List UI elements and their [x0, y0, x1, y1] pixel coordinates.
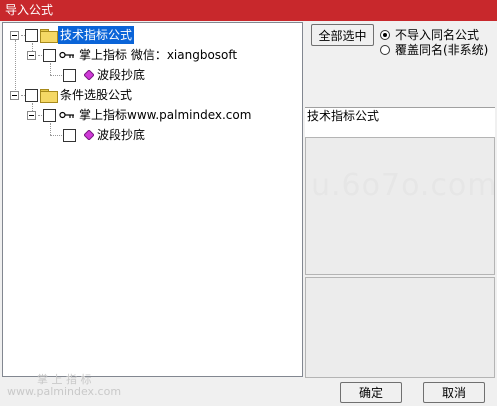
folder-icon: [40, 89, 58, 103]
tree-node-palm-wechat[interactable]: 掌上指标 微信：xiangbosoft: [3, 46, 303, 64]
cancel-button[interactable]: 取消: [423, 382, 485, 403]
formula-tree[interactable]: 技术指标公式 掌上指标 微信：xiangbosoft 波段抄底 条件选股公式 掌…: [2, 22, 303, 377]
title-bar: 导入公式: [0, 0, 497, 21]
tree-node-label[interactable]: 波段抄底: [97, 126, 145, 144]
watermark-logo: 掌 上 指 标 www.palmindex.com: [7, 373, 122, 398]
formula-icon: [84, 130, 94, 140]
tree-node-formula-bottom[interactable]: 波段抄底: [3, 66, 303, 84]
tree-node-label[interactable]: 掌上指标 微信：xiangbosoft: [79, 46, 237, 64]
option-label: 不导入同名公式: [395, 28, 480, 42]
tree-node-palm-web[interactable]: 掌上指标www.palmindex.com: [3, 106, 303, 124]
collapse-icon[interactable]: [10, 91, 19, 100]
tree-node-label[interactable]: 掌上指标www.palmindex.com: [79, 106, 251, 124]
option-skip-duplicates[interactable]: 不导入同名公式: [380, 27, 495, 43]
tree-node-checkbox[interactable]: [43, 49, 56, 62]
key-icon: [59, 111, 74, 119]
window-title: 导入公式: [5, 3, 54, 17]
radio-button[interactable]: [380, 30, 390, 40]
tree-node-checkbox[interactable]: [43, 109, 56, 122]
select-all-button[interactable]: 全部选中: [311, 24, 374, 46]
tree-node-label[interactable]: 波段抄底: [97, 66, 145, 84]
detail-header: 技术指标公式: [305, 107, 495, 137]
radio-button[interactable]: [380, 45, 390, 55]
collapse-icon[interactable]: [10, 31, 19, 40]
tree-node-checkbox[interactable]: [63, 69, 76, 82]
folder-icon: [40, 29, 58, 43]
collapse-icon[interactable]: [27, 111, 36, 120]
key-icon: [59, 51, 74, 59]
ok-button[interactable]: 确定: [340, 382, 402, 403]
collapse-icon[interactable]: [27, 51, 36, 60]
tree-node-formula-bottom-2[interactable]: 波段抄底: [3, 126, 303, 144]
tree-node-tech-formula[interactable]: 技术指标公式: [3, 26, 303, 44]
option-overwrite-duplicates[interactable]: 覆盖同名(非系统): [380, 42, 495, 58]
detail-label: 技术指标公式: [307, 109, 380, 123]
tree-node-label[interactable]: 条件选股公式: [60, 86, 132, 104]
detail-panel-bottom: [305, 277, 495, 378]
tree-node-checkbox[interactable]: [25, 29, 38, 42]
option-label: 覆盖同名(非系统): [395, 43, 489, 57]
detail-panel-top: [305, 137, 495, 275]
tree-node-checkbox[interactable]: [63, 129, 76, 142]
tree-node-checkbox[interactable]: [25, 89, 38, 102]
tree-node-condition-formula[interactable]: 条件选股公式: [3, 86, 303, 104]
formula-icon: [84, 70, 94, 80]
tree-node-label[interactable]: 技术指标公式: [58, 26, 135, 44]
